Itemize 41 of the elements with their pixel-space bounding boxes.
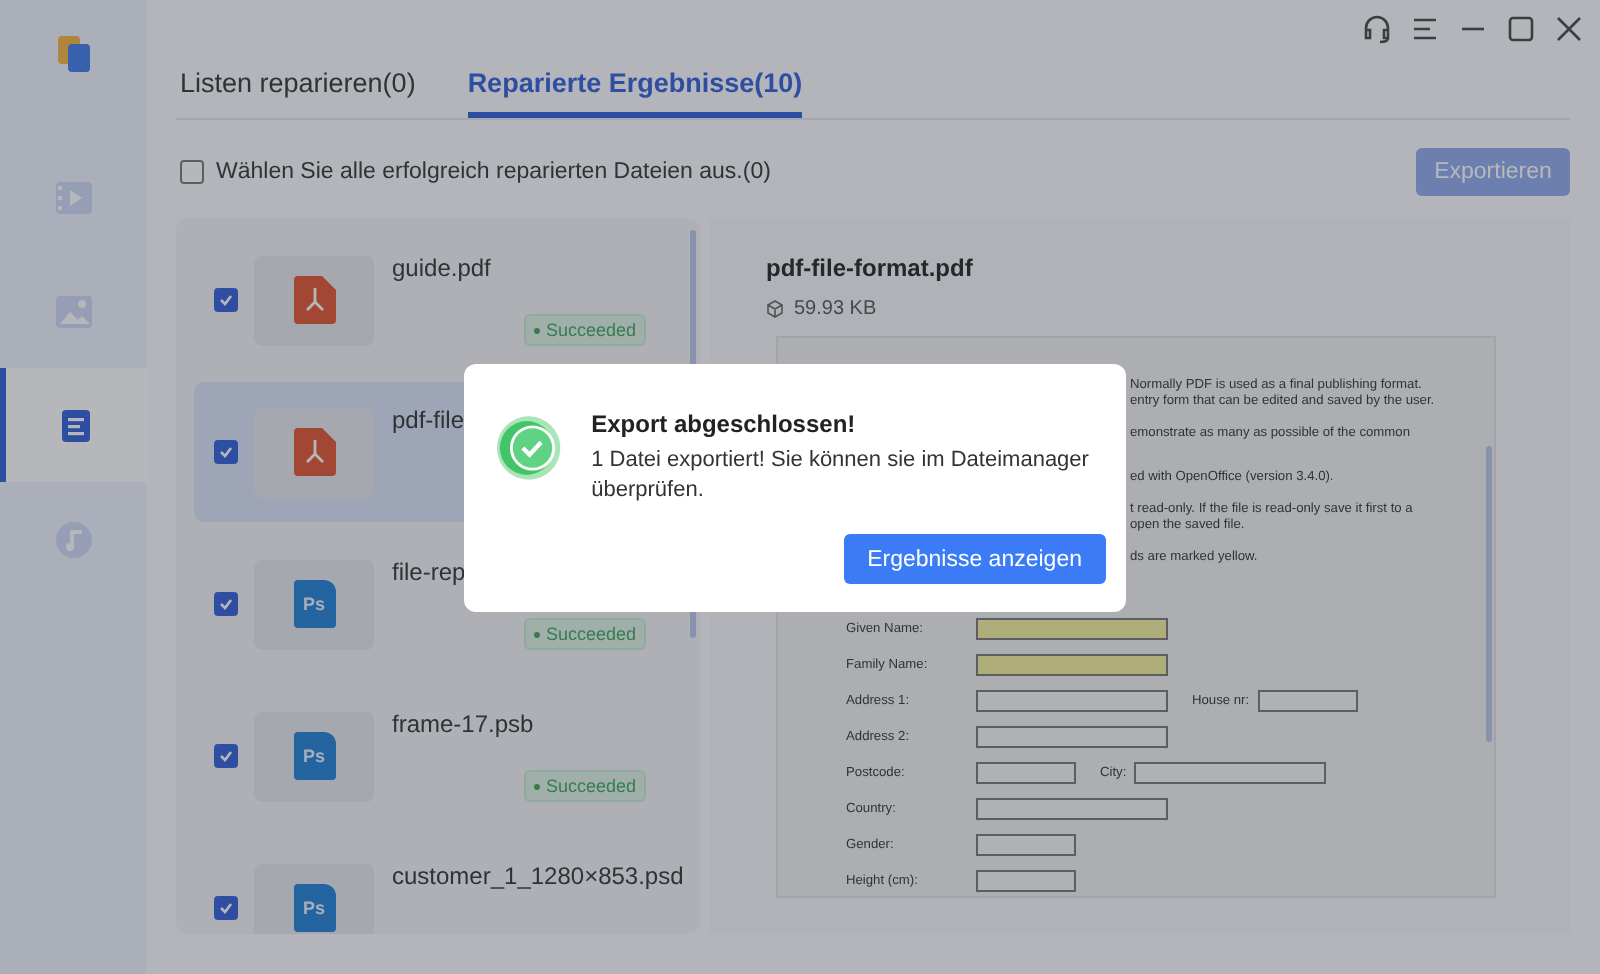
sidebar-item[interactable] [0, 368, 146, 482]
file-checkbox[interactable] [214, 592, 238, 616]
status-badge: Succeeded [523, 618, 646, 650]
file-checkbox[interactable] [214, 440, 238, 464]
tab[interactable]: Listen reparieren(0) [180, 68, 416, 118]
file-checkbox[interactable] [214, 744, 238, 768]
document-icon[interactable] [58, 407, 94, 443]
close-icon[interactable] [1554, 14, 1584, 44]
show-results-button[interactable]: Ergebnisse anzeigen [843, 534, 1106, 584]
pdf-icon [293, 276, 335, 324]
file-item[interactable]: Ps frame-17.psb Succeeded [194, 686, 672, 826]
file-checkbox[interactable] [214, 896, 238, 920]
file-item[interactable]: guide.pdf Succeeded [194, 230, 672, 370]
preview-title: pdf-file-format.pdf [766, 254, 975, 282]
status-badge: Succeeded [523, 770, 646, 802]
cube-icon [766, 300, 784, 318]
check-icon [218, 748, 234, 764]
file-name: guide.pdf [392, 254, 491, 282]
headset-icon[interactable] [1362, 14, 1392, 44]
file-size: 59.93 KB [794, 298, 877, 320]
pdf-icon [293, 428, 335, 476]
photoshop-icon: Ps [293, 580, 335, 628]
file-name: pdf-file [392, 406, 465, 434]
file-name: file-rep [392, 558, 466, 586]
file-checkbox[interactable] [214, 288, 238, 312]
check-icon [218, 900, 234, 916]
select-all-label: Wählen Sie alle erfolgreich reparierten Dateien aus.(0) [216, 160, 771, 184]
app-logo [57, 36, 89, 72]
check-icon [218, 292, 234, 308]
maximize-icon[interactable] [1506, 14, 1536, 44]
status-badge: Succeeded [523, 314, 646, 346]
file-name: customer_1_1280×853.psd [392, 862, 684, 890]
success-check-icon [496, 414, 564, 482]
menu-icon[interactable] [1410, 14, 1440, 44]
photoshop-icon: Ps [293, 732, 335, 780]
photoshop-icon: Ps [293, 884, 335, 932]
tab[interactable]: Reparierte Ergebnisse(10) [467, 68, 803, 118]
select-all-checkbox[interactable] [180, 160, 204, 184]
check-icon [218, 596, 234, 612]
check-icon [218, 444, 234, 460]
file-name: frame-17.psb [392, 710, 534, 738]
